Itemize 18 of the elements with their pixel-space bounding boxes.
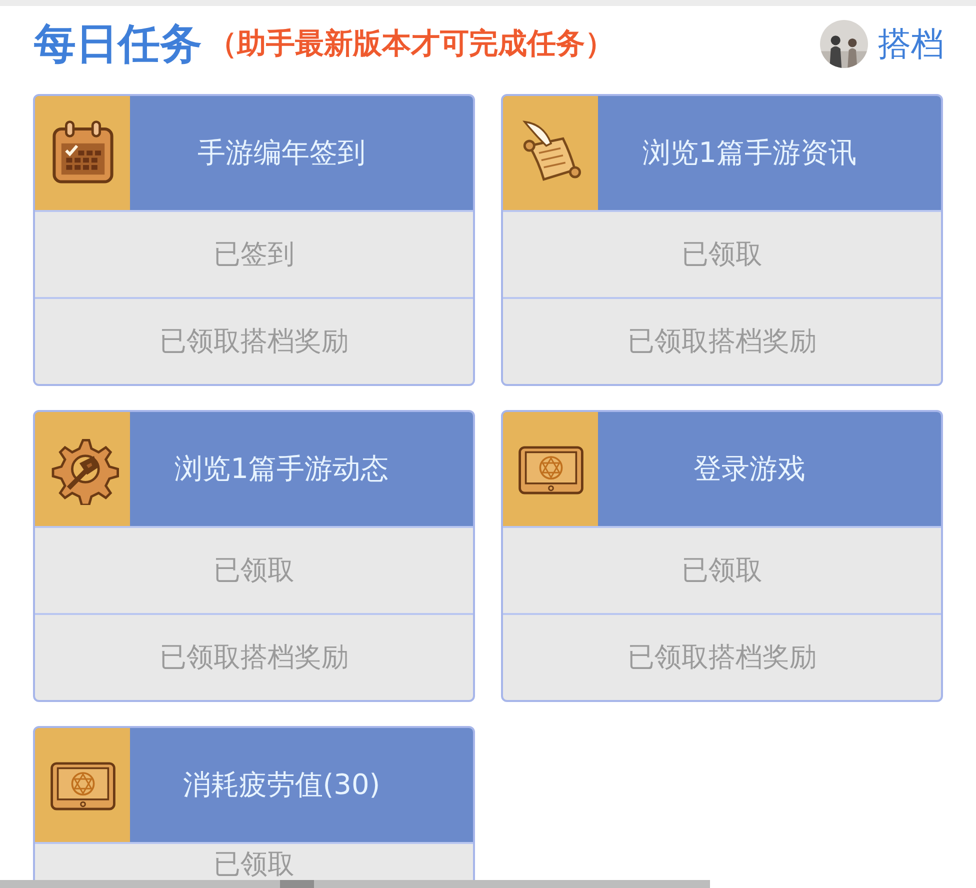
status-row: 已领取搭档奖励 — [35, 613, 473, 700]
task-title: 登录游戏 — [692, 451, 806, 487]
notice-text: （助手最新版本才可完成任务） — [208, 25, 614, 62]
task-title: 手游编年签到 — [196, 135, 366, 171]
status-row: 已领取 — [503, 526, 941, 613]
scrollbar[interactable] — [0, 880, 710, 888]
status-row: 已领取搭档奖励 — [503, 297, 941, 384]
status-row: 已领取 — [35, 526, 473, 613]
task-title: 消耗疲劳值(30) — [182, 767, 382, 803]
task-title: 浏览1篇手游资讯 — [642, 135, 858, 171]
page-title: 每日任务 — [34, 18, 202, 70]
status-row: 已签到 — [35, 210, 473, 297]
status-row: 已领取搭档奖励 — [503, 613, 941, 700]
task-title: 浏览1篇手游动态 — [174, 451, 390, 487]
status-row: 已领取搭档奖励 — [35, 297, 473, 384]
partner-link[interactable]: 搭档 — [878, 22, 944, 66]
status-row: 已领取 — [503, 210, 941, 297]
avatar[interactable] — [820, 20, 868, 68]
